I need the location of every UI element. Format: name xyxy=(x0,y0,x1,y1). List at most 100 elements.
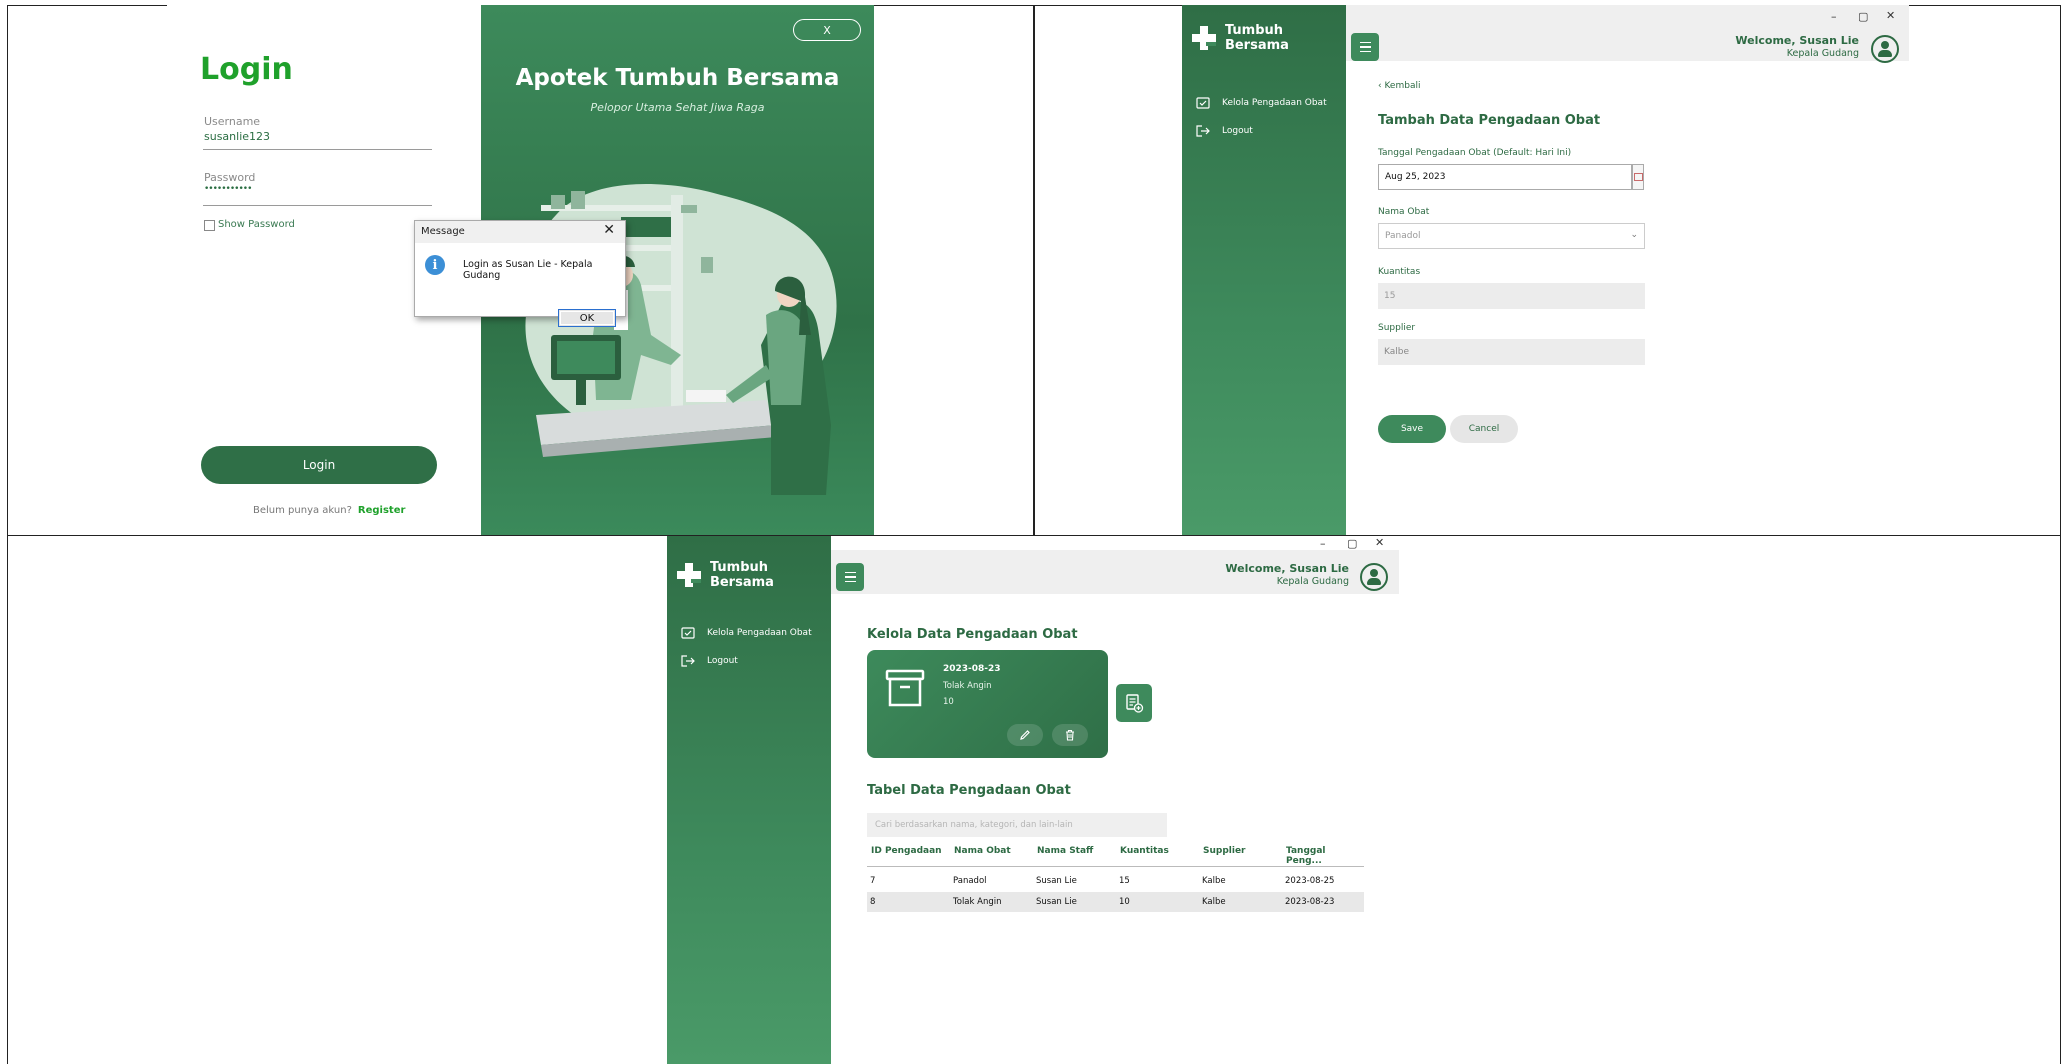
table-cell: Susan Lie xyxy=(1036,876,1077,886)
column-header[interactable]: Nama Obat xyxy=(954,846,1011,856)
pencil-icon xyxy=(1020,730,1030,740)
column-header[interactable]: Tanggal Peng... xyxy=(1286,846,1364,866)
table-cell: Susan Lie xyxy=(1036,897,1077,907)
cancel-button[interactable]: Cancel xyxy=(1450,415,1518,443)
delete-button[interactable] xyxy=(1052,724,1088,746)
column-header[interactable]: ID Pengadaan xyxy=(871,846,942,856)
show-password-checkbox[interactable] xyxy=(204,220,215,231)
back-link[interactable]: ‹ Kembali xyxy=(1378,81,1420,91)
calendar-icon[interactable] xyxy=(1632,164,1644,190)
nav-label: Kelola Pengadaan Obat xyxy=(707,628,812,638)
save-button[interactable]: Save xyxy=(1378,415,1446,443)
brand-name: Tumbuh Bersama xyxy=(709,560,774,590)
column-header[interactable]: Kuantitas xyxy=(1120,846,1169,856)
quantity-input[interactable]: 15 xyxy=(1378,283,1645,309)
table-cell: 8 xyxy=(870,897,876,907)
logout-icon xyxy=(681,655,695,667)
user-role: Kepala Gudang xyxy=(1276,576,1349,587)
add-procurement-button[interactable] xyxy=(1116,684,1152,722)
window-maximize-button[interactable]: ▢ xyxy=(1858,10,1868,23)
list-window: Tumbuh Bersama Kelola Pengadaan Obat Log… xyxy=(667,536,1399,1064)
dialog-title: Message xyxy=(421,226,465,237)
nav-label: Logout xyxy=(1222,126,1253,136)
card-date: 2023-08-23 xyxy=(943,664,1001,674)
table-cell: Kalbe xyxy=(1202,897,1226,907)
password-label: Password xyxy=(204,171,256,184)
register-prompt-text: Belum punya akun? xyxy=(253,505,352,516)
pharmacy-cross-icon xyxy=(677,563,701,587)
register-prompt: Belum punya akun? Register xyxy=(253,505,405,516)
nav-logout[interactable]: Logout xyxy=(1196,125,1253,137)
table-cell: 15 xyxy=(1119,876,1130,886)
username-field[interactable]: susanlie123 xyxy=(204,130,270,143)
password-field[interactable]: ••••••••••• xyxy=(204,184,252,194)
dialog-body: i Login as Susan Lie - Kepala Gudang OK xyxy=(415,243,625,327)
back-label: Kembali xyxy=(1384,81,1421,91)
nav-label: Logout xyxy=(707,656,738,666)
show-password-label: Show Password xyxy=(218,219,295,230)
nav-label: Kelola Pengadaan Obat xyxy=(1222,98,1327,108)
login-button[interactable]: Login xyxy=(201,446,437,484)
window-close-button[interactable]: ✕ xyxy=(1886,9,1895,22)
sidebar: Tumbuh Bersama Kelola Pengadaan Obat Log… xyxy=(1182,5,1346,535)
info-icon: i xyxy=(425,255,445,275)
date-label: Tanggal Pengadaan Obat (Default: Hari In… xyxy=(1378,148,1572,158)
table-cell: 10 xyxy=(1119,897,1130,907)
dialog-close-icon[interactable]: ✕ xyxy=(603,222,615,238)
table-cell: Panadol xyxy=(953,876,987,886)
column-header[interactable]: Supplier xyxy=(1203,846,1246,856)
table-cell: Kalbe xyxy=(1202,876,1226,886)
window-close-button[interactable]: ✕ xyxy=(1375,536,1384,549)
edit-button[interactable] xyxy=(1007,724,1043,746)
form-window: Tumbuh Bersama Kelola Pengadaan Obat Log… xyxy=(1182,5,1909,535)
trash-icon xyxy=(1066,729,1074,741)
card-drug-name: Tolak Angin xyxy=(943,681,992,691)
drug-label: Nama Obat xyxy=(1378,207,1430,217)
register-link[interactable]: Register xyxy=(358,505,406,516)
user-avatar[interactable] xyxy=(1360,563,1388,591)
welcome-text: Welcome, Susan Lie xyxy=(1225,562,1349,575)
table-row[interactable]: 7 Panadol Susan Lie 15 Kalbe 2023-08-25 xyxy=(867,871,1364,891)
table-cell: Tolak Angin xyxy=(953,897,1002,907)
user-avatar[interactable] xyxy=(1871,35,1899,63)
drug-select[interactable]: Panadol ⌄ xyxy=(1378,223,1645,249)
window-maximize-button[interactable]: ▢ xyxy=(1347,537,1357,550)
nav-kelola-pengadaan[interactable]: Kelola Pengadaan Obat xyxy=(1196,97,1327,109)
login-title: Login xyxy=(200,52,293,87)
close-button[interactable]: X xyxy=(793,19,861,41)
quantity-label: Kuantitas xyxy=(1378,267,1421,277)
supplier-input[interactable]: Kalbe xyxy=(1378,339,1645,365)
nav-logout[interactable]: Logout xyxy=(681,655,738,667)
table-title: Tabel Data Pengadaan Obat xyxy=(867,783,1071,798)
drug-select-value: Panadol xyxy=(1385,231,1421,241)
user-role: Kepala Gudang xyxy=(1786,48,1859,59)
dialog-ok-button[interactable]: OK xyxy=(558,309,616,327)
procurement-card[interactable]: 2023-08-23 Tolak Angin 10 xyxy=(867,650,1108,758)
message-dialog: Message ✕ i Login as Susan Lie - Kepala … xyxy=(414,220,626,327)
brand-logo: Tumbuh Bersama xyxy=(677,560,831,590)
clipboard-check-icon xyxy=(1196,97,1210,109)
window-minimize-button[interactable]: – xyxy=(1320,537,1326,550)
brand-logo: Tumbuh Bersama xyxy=(1192,23,1346,53)
date-input[interactable]: Aug 25, 2023 xyxy=(1378,164,1632,190)
menu-toggle-button[interactable] xyxy=(1351,33,1379,61)
logout-icon xyxy=(1196,125,1210,137)
supplier-label: Supplier xyxy=(1378,323,1416,333)
nav-kelola-pengadaan[interactable]: Kelola Pengadaan Obat xyxy=(681,627,812,639)
table-cell: 2023-08-23 xyxy=(1285,897,1335,907)
column-header[interactable]: Nama Staff xyxy=(1037,846,1093,856)
table-cell: 7 xyxy=(870,876,876,886)
data-table: ID Pengadaan Nama Obat Nama Staff Kuanti… xyxy=(867,846,1364,930)
window-minimize-button[interactable]: – xyxy=(1831,10,1837,23)
form-title: Tambah Data Pengadaan Obat xyxy=(1378,113,1601,128)
clipboard-check-icon xyxy=(681,627,695,639)
brand-name: Tumbuh Bersama xyxy=(1224,23,1289,53)
table-row[interactable]: 8 Tolak Angin Susan Lie 10 Kalbe 2023-08… xyxy=(867,892,1364,912)
archive-box-icon xyxy=(885,669,925,707)
welcome-text: Welcome, Susan Lie xyxy=(1735,34,1859,47)
search-input[interactable]: Cari berdasarkan nama, kategori, dan lai… xyxy=(867,813,1167,837)
username-label: Username xyxy=(204,115,261,128)
header-divider xyxy=(867,866,1364,867)
menu-toggle-button[interactable] xyxy=(836,563,864,591)
sidebar: Tumbuh Bersama Kelola Pengadaan Obat Log… xyxy=(667,536,831,1064)
